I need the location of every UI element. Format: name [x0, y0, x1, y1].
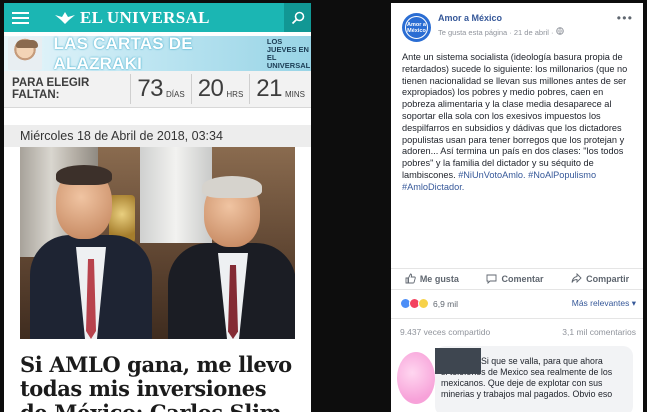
comment-item: Si que se valla, para que ahora si telef…: [397, 346, 637, 412]
comment-bubble-icon: [486, 273, 497, 286]
reactions-count[interactable]: 6,9 mil: [433, 299, 458, 309]
post-action-bar: Me gusta Comentar Compartir: [391, 268, 643, 290]
screenshot-composite: EL UNIVERSAL LAS CARTAS DE ALAZRAKI LOS …: [0, 0, 647, 412]
sort-comments-dropdown[interactable]: Más relevantes ▾: [572, 298, 636, 309]
days-unit: DÍAS: [166, 89, 185, 99]
site-logo[interactable]: EL UNIVERSAL: [54, 8, 210, 28]
wow-reaction-icon: [418, 298, 429, 309]
facebook-post: Amor a México Amor a México Te gusta est…: [391, 3, 643, 412]
days-value: 73: [137, 75, 164, 102]
post-header: Amor a México Amor a México Te gusta est…: [391, 3, 643, 42]
article-headline[interactable]: Si AMLO gana, me llevo todas mis inversi…: [20, 353, 295, 412]
share-button[interactable]: Compartir: [571, 272, 630, 286]
comment-label: Comentar: [501, 274, 544, 284]
post-body-text: Ante un sistema socialista (ideología ba…: [402, 52, 628, 180]
globe-icon: [555, 27, 564, 37]
share-arrow-icon: [571, 272, 582, 286]
share-label: Compartir: [586, 274, 630, 284]
redacted-commenter-name: [435, 348, 481, 374]
countdown-days: 73 DÍAS: [130, 74, 190, 104]
post-divider: [391, 318, 643, 319]
hours-unit: HRS: [226, 89, 244, 99]
comments-count[interactable]: 3,1 mil comentarios: [562, 327, 636, 337]
minutes-value: 21: [256, 75, 282, 102]
site-name: EL UNIVERSAL: [80, 7, 210, 27]
countdown-hours: 20 HRS: [190, 74, 250, 104]
banner-title-name: ALAZRAKI: [53, 53, 143, 73]
countdown-minutes: 21 MINS: [249, 74, 311, 104]
article-photo[interactable]: [20, 147, 295, 339]
photo-person-right: [168, 174, 295, 339]
countdown-label: PARA ELEGIR FALTAN:: [12, 77, 90, 101]
article-dateline: Miércoles 18 de Abril de 2018, 03:34: [4, 125, 311, 147]
news-article-screenshot: EL UNIVERSAL LAS CARTAS DE ALAZRAKI LOS …: [4, 3, 311, 412]
banner-title-prefix: LAS CARTAS DE: [53, 33, 193, 53]
post-meta-text: Te gusta esta página · 21 de abril ·: [438, 28, 554, 37]
post-stats: 9.437 veces compartido 3,1 mil comentari…: [400, 327, 636, 337]
hours-value: 20: [197, 75, 224, 102]
search-icon[interactable]: [284, 3, 311, 32]
post-subline: Te gusta esta página · 21 de abril ·: [438, 27, 564, 37]
column-banner[interactable]: LAS CARTAS DE ALAZRAKI LOS JUEVES EN EL …: [4, 34, 311, 74]
commenter-avatar[interactable]: [397, 352, 435, 404]
columnist-avatar: [8, 37, 42, 70]
banner-subtitle: LOS JUEVES EN EL UNIVERSAL: [266, 36, 311, 70]
comment-button[interactable]: Comentar: [486, 273, 543, 286]
page-avatar-text: Amor a México: [405, 16, 428, 39]
like-label: Me gusta: [419, 274, 459, 284]
like-button[interactable]: Me gusta: [405, 273, 459, 286]
page-name[interactable]: Amor a México: [438, 13, 564, 23]
post-meta: Amor a México Te gusta esta página · 21 …: [438, 13, 564, 42]
page-avatar[interactable]: Amor a México: [402, 13, 431, 42]
site-header: EL UNIVERSAL: [4, 3, 311, 32]
more-options-icon[interactable]: • • •: [617, 11, 632, 25]
eagle-logo-icon: [54, 11, 76, 25]
shares-count[interactable]: 9.437 veces compartido: [400, 327, 490, 337]
photo-person-left: [30, 165, 152, 339]
election-countdown: PARA ELEGIR FALTAN: 73 DÍAS 20 HRS 21 MI…: [4, 71, 311, 108]
hamburger-menu-icon[interactable]: [4, 3, 36, 32]
thumbs-up-icon: [405, 273, 416, 286]
minutes-unit: MINS: [285, 89, 305, 99]
reactions-row: 6,9 mil Más relevantes ▾: [400, 298, 636, 309]
banner-title: LAS CARTAS DE ALAZRAKI: [54, 34, 259, 74]
post-body: Ante un sistema socialista (ideología ba…: [391, 42, 643, 194]
